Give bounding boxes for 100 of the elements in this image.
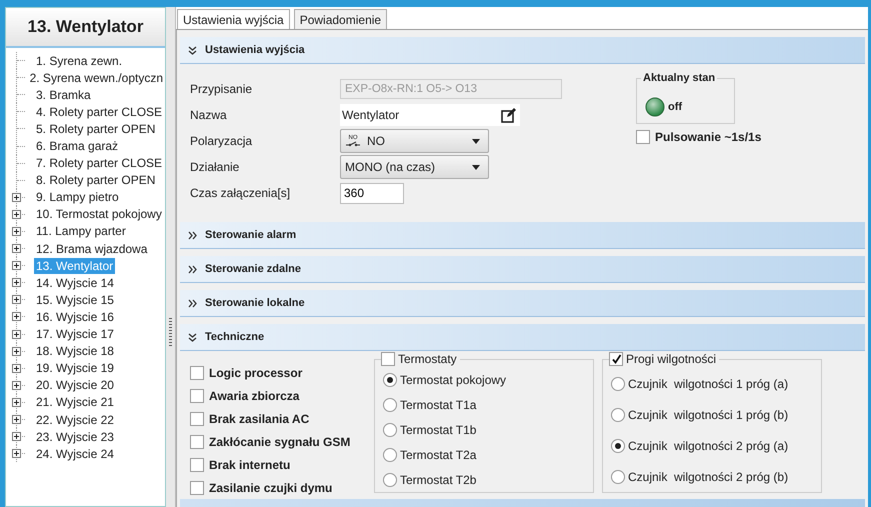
tree-item[interactable]: 24. Wyjscie 24 (34, 446, 116, 462)
section-header[interactable]: Sterowanie alarm (180, 222, 865, 249)
radio-button[interactable] (383, 398, 397, 412)
expand-icon[interactable] (12, 330, 21, 339)
expand-icon[interactable] (12, 398, 21, 407)
tab[interactable]: Ustawienia wyjścia (177, 9, 290, 29)
radio-label: Czujnik wilgotności 2 próg (b) (628, 470, 788, 484)
group-title: Progi wilgotności (626, 352, 716, 366)
expand-icon[interactable] (12, 432, 21, 442)
tab[interactable]: Powiadomienie (294, 9, 388, 29)
checkbox[interactable] (190, 412, 204, 426)
section-title: Techniczne (205, 331, 264, 343)
tree-item[interactable]: 5. Rolety parter OPEN (34, 120, 158, 137)
radio-button[interactable] (611, 470, 625, 484)
radio-label: Czujnik wilgotności 1 próg (a) (628, 376, 788, 390)
expand-icon[interactable] (12, 278, 21, 288)
section-title: Sterowanie alarm (205, 229, 296, 241)
expand-icon[interactable] (188, 298, 197, 308)
radio-label: Termostat T1a (400, 398, 476, 412)
tree-item[interactable]: 17. Wyjscie 17 (34, 326, 116, 342)
expand-icon[interactable] (12, 415, 21, 424)
checkbox[interactable] (190, 434, 204, 449)
section-title: Sterowanie zdalne (205, 263, 301, 275)
field-label: Czas załączenia[s] (190, 185, 292, 202)
radio-button[interactable] (383, 373, 397, 388)
field-label: Polaryzacja (190, 133, 254, 150)
expand-icon[interactable] (12, 449, 21, 458)
section-header[interactable]: Ustawienia wyjścia (180, 37, 865, 64)
tree-item[interactable]: 3. Bramka (34, 86, 93, 103)
checkbox[interactable] (609, 352, 623, 366)
tree-item[interactable]: 16. Wyjscie 16 (34, 308, 116, 325)
checkbox[interactable] (190, 389, 204, 404)
tree-item[interactable]: 7. Rolety parter CLOSE (34, 155, 164, 172)
tree-item[interactable]: 23. Wyjscie 23 (34, 428, 116, 445)
tree-item[interactable]: 15. Wyjscie 15 (34, 292, 116, 308)
time-field[interactable]: 360 (340, 182, 404, 204)
tree-item[interactable]: 2. Syrena wewn./optyczn (28, 70, 165, 86)
tree-item[interactable]: 6. Brama garaż (34, 138, 120, 154)
checkbox-label: Brak internetu (209, 458, 290, 472)
checkbox-label: Awaria zbiorcza (209, 389, 300, 404)
section-header[interactable]: Sterowanie lokalne (180, 290, 865, 317)
tree-item[interactable]: 18. Wyjscie 18 (34, 343, 116, 360)
section-title: Ustawienia wyjścia (205, 44, 305, 56)
checkbox[interactable] (190, 480, 204, 495)
tree-item[interactable]: 21. Wyjscie 21 (34, 394, 116, 410)
field-label: Działanie (190, 159, 240, 176)
radio-label: Czujnik wilgotności 2 próg (a) (628, 438, 788, 452)
caret-icon (472, 164, 480, 170)
expand-icon[interactable] (12, 226, 21, 236)
checkbox-label: Logic processor (209, 366, 302, 380)
radio-button[interactable] (611, 376, 625, 390)
expand-icon[interactable] (188, 230, 197, 240)
expand-icon[interactable] (12, 295, 21, 304)
field-label: Nazwa (190, 107, 228, 124)
splitter-grip[interactable] (169, 318, 172, 346)
checkbox[interactable] (190, 366, 204, 380)
section-header[interactable]: Sterowanie zdalne (180, 256, 865, 283)
expand-icon[interactable] (12, 346, 21, 356)
checkbox[interactable] (190, 458, 204, 472)
radio-button[interactable] (611, 408, 625, 422)
expand-icon[interactable] (12, 244, 21, 254)
tree-item[interactable]: 11. Lampy parter (34, 223, 128, 240)
radio-button[interactable] (611, 438, 625, 452)
tree-item[interactable]: 1. Syrena zewn. (34, 52, 124, 69)
tree-item[interactable]: 20. Wyjscie 20 (34, 377, 116, 394)
radio-label: Termostat T1b (400, 422, 476, 437)
radio-label: Czujnik wilgotności 1 próg (b) (628, 408, 788, 422)
tree-item[interactable]: 4. Rolety parter CLOSE (34, 104, 164, 120)
expand-icon[interactable] (12, 364, 21, 373)
tree-item[interactable]: 10. Termostat pokojowy (34, 206, 164, 222)
checkbox-label: Zakłócanie sygnału GSM (209, 434, 350, 449)
radio-button[interactable] (383, 448, 397, 462)
radio-label: Termostat T2a (400, 448, 476, 462)
expand-icon[interactable] (12, 210, 21, 219)
status-title: Aktualny stan (641, 72, 718, 84)
caret-icon (472, 138, 480, 144)
tree-item[interactable]: 19. Wyjscie 19 (34, 360, 116, 376)
section-header[interactable]: Techniczne (180, 324, 865, 351)
dropdown[interactable]: MONO (na czas) (340, 155, 489, 179)
tree-item[interactable]: 12. Brama wjazdowa (34, 240, 150, 257)
checkbox[interactable] (381, 352, 395, 366)
tree-item[interactable]: 9. Lampy pietro (34, 189, 121, 206)
expand-icon[interactable] (188, 264, 197, 274)
radio-button[interactable] (383, 422, 397, 437)
radio-label: Termostat T2b (400, 472, 476, 487)
tree-item[interactable]: 22. Wyjscie 22 (34, 412, 116, 428)
radio-button[interactable] (383, 472, 397, 487)
collapse-icon[interactable] (188, 46, 197, 54)
edit-icon[interactable] (501, 108, 516, 122)
expand-icon[interactable] (12, 380, 21, 390)
expand-icon[interactable] (12, 312, 21, 322)
tree-item[interactable]: 14. Wyjscie 14 (34, 274, 116, 291)
expand-icon[interactable] (12, 261, 21, 270)
name-value: Wentylator (342, 108, 400, 122)
tree-item[interactable]: 8. Rolety parter OPEN (34, 172, 158, 188)
collapse-icon[interactable] (188, 332, 197, 342)
expand-icon[interactable] (12, 192, 21, 202)
checkbox[interactable] (636, 130, 650, 144)
checkbox-label: Zasilanie czujki dymu (209, 480, 332, 495)
section-title: Sterowanie lokalne (205, 297, 305, 309)
